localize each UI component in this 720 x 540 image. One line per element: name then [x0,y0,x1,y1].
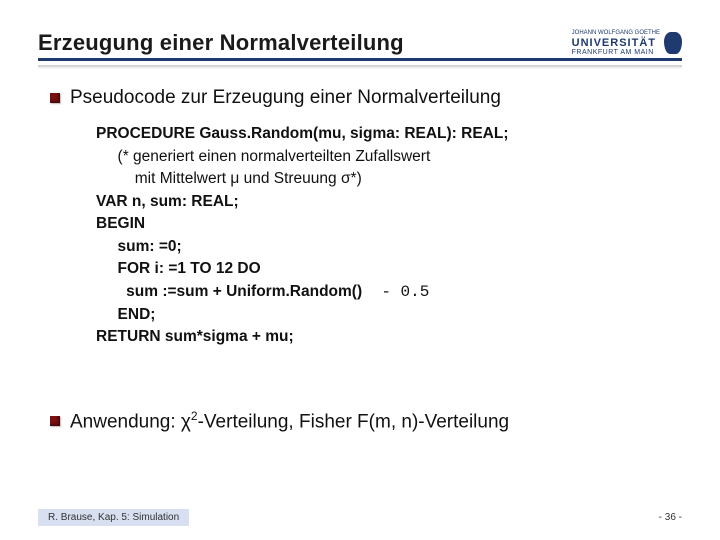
code-line: RETURN sum*sigma + mu; [96,326,682,348]
logo-name: UNIVERSITÄT [572,37,660,49]
university-logo: JOHANN WOLFGANG GOETHE UNIVERSITÄT FRANK… [572,30,682,56]
slide-title: Erzeugung einer Normalverteilung [38,30,404,56]
footer-author: R. Brause, Kap. 5: Simulation [38,509,189,526]
bullet-2-text: Anwendung: χ2-Verteilung, Fisher F(m, n)… [70,409,509,433]
code-line: VAR n, sum: REAL; [96,191,682,213]
code-line: sum: =0; [96,236,682,258]
footer-page-number: - 36 - [659,512,682,523]
header: Erzeugung einer Normalverteilung JOHANN … [38,30,682,61]
code-line: FOR i: =1 TO 12 DO [96,258,682,280]
footer: R. Brause, Kap. 5: Simulation - 36 - [0,509,720,526]
logo-top-line: JOHANN WOLFGANG GOETHE [572,30,660,37]
bullet-item-2: Anwendung: χ2-Verteilung, Fisher F(m, n)… [50,409,682,433]
code-line: mit Mittelwert μ und Streuung σ*) [96,168,682,190]
bullet-item-1: Pseudocode zur Erzeugung einer Normalver… [50,87,682,109]
pseudocode-block: PROCEDURE Gauss.Random(mu, sigma: REAL):… [96,123,682,348]
bullet-1-text: Pseudocode zur Erzeugung einer Normalver… [70,87,501,109]
logo-city: FRANKFURT AM MAIN [572,49,660,57]
code-line: (* generiert einen normalverteilten Zufa… [96,146,682,168]
bullet-icon [50,416,60,426]
header-divider-shadow [38,65,682,69]
slide: Erzeugung einer Normalverteilung JOHANN … [0,0,720,540]
code-line: sum :=sum + Uniform.Random() - 0.5 [96,281,682,304]
code-line: BEGIN [96,213,682,235]
code-line: PROCEDURE Gauss.Random(mu, sigma: REAL):… [96,123,682,145]
goethe-silhouette-icon [664,32,682,54]
code-line: END; [96,304,682,326]
bullet-icon [50,93,60,103]
